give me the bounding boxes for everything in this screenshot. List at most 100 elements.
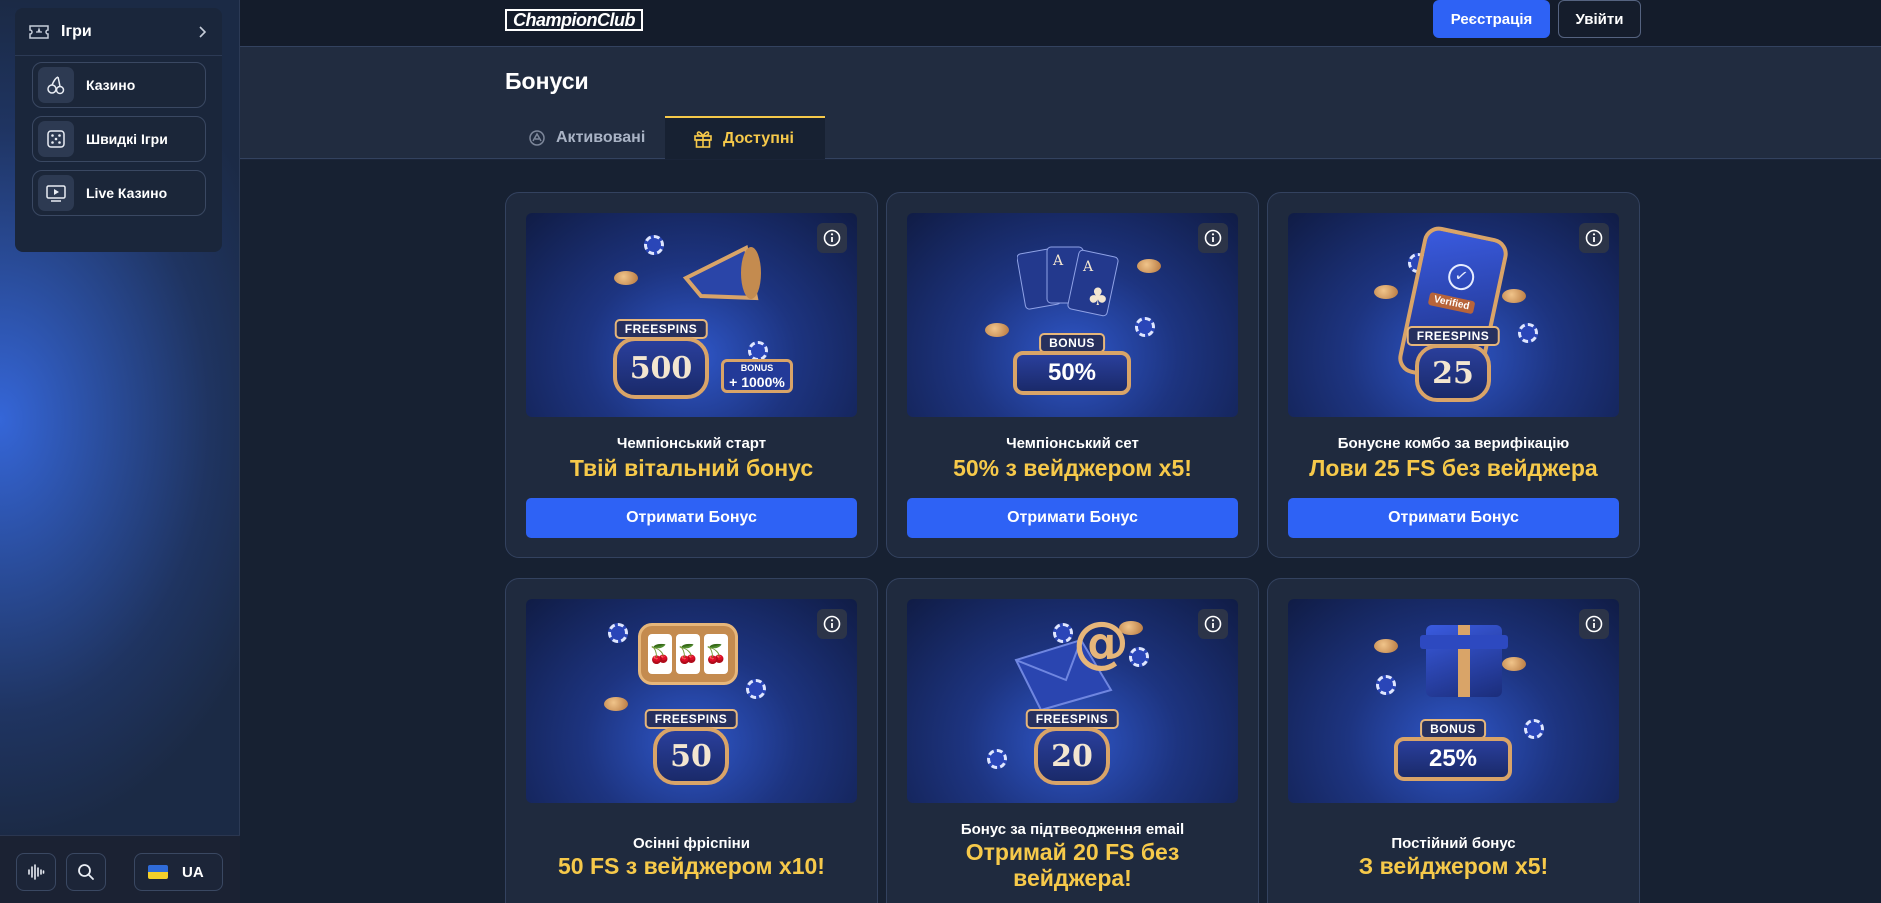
info-icon — [823, 229, 841, 247]
tab-available[interactable]: Доступні — [665, 116, 825, 159]
sidebar-item-label: Казино — [86, 77, 136, 93]
info-icon — [1585, 229, 1603, 247]
playing-cards-icon: A A ♣ — [1017, 246, 1119, 317]
sidebar-item-label: Live Казино — [86, 185, 168, 201]
info-button[interactable] — [1579, 609, 1609, 639]
bonus-title: Лови 25 FS без вейджера — [1309, 455, 1598, 481]
bonus-subtitle: Осінні фріспіни — [633, 835, 750, 852]
bonus-card: BONUS 25% Постійний бонус З вейджером х5… — [1267, 578, 1640, 903]
freespins-plate: FREESPINS — [1406, 326, 1500, 346]
bonus-title: 50% з вейджером х5! — [953, 455, 1192, 481]
bonus-card: 🍒 🍒 🍒 FREESPINS 50 Осінні фріспіни 50 FS… — [505, 578, 878, 903]
sidebar-item-live-casino[interactable]: Live Казино — [32, 170, 206, 216]
bonus-card: A A ♣ BONUS 50% Чемпіонський сет 50% з в… — [886, 192, 1259, 558]
info-icon — [1204, 229, 1222, 247]
slot-reels: 50 — [653, 727, 729, 785]
play-icon — [38, 175, 74, 211]
register-button[interactable]: Реєстрація — [1433, 0, 1550, 38]
at-sign-icon: @ — [1073, 610, 1129, 675]
sound-wave-icon — [28, 864, 45, 880]
info-button[interactable] — [817, 609, 847, 639]
sidebar-item-casino[interactable]: Казино — [32, 62, 206, 108]
slot-digits: 25 — [1432, 355, 1474, 391]
sidebar-item-label: Швидкі Ігри — [86, 131, 168, 147]
bonus-value-plate: 25% — [1394, 737, 1512, 781]
bonus-value-plate: 50% — [1013, 351, 1131, 395]
bonus-title-line2: вейджера! — [1013, 865, 1132, 891]
slot-digits: 50 — [670, 738, 712, 774]
gift-box-icon — [1420, 625, 1508, 697]
language-selector[interactable]: UA — [134, 853, 223, 891]
champion-club-logo[interactable]: ChampionClub — [505, 9, 643, 31]
svg-text:♣: ♣ — [1087, 283, 1109, 311]
bonus-subtitle: Бонусне комбо за верифікацію — [1337, 435, 1570, 452]
get-bonus-button[interactable]: Отримати Бонус — [907, 498, 1238, 538]
info-button[interactable] — [1198, 223, 1228, 253]
sound-wave-button[interactable] — [16, 853, 56, 891]
top-bar: ChampionClub Реєстрація Увійти — [240, 0, 1881, 47]
search-button[interactable] — [66, 853, 106, 891]
chevron-right-icon — [199, 25, 207, 38]
tab-label: Доступні — [723, 129, 794, 147]
slot-reels: 500 — [613, 337, 709, 399]
get-bonus-button[interactable]: Отримати Бонус — [526, 498, 857, 538]
svg-text:A: A — [1082, 259, 1094, 275]
bonus-title: 50 FS з вейджером х10! — [558, 853, 825, 879]
freespins-plate: FREESPINS — [644, 709, 738, 729]
bonus-tag-value: + 1000% — [729, 374, 785, 390]
bonus-image-gift: BONUS 25% — [1288, 599, 1619, 803]
megaphone-icon — [682, 245, 761, 301]
bonus-subtitle: Бонус за підтвеодження email — [960, 821, 1185, 838]
gift-icon — [693, 129, 713, 149]
svg-text:A: A — [1052, 253, 1064, 269]
slot-machine-icon: 🍒 🍒 🍒 — [638, 623, 738, 685]
games-label: Ігри — [61, 22, 92, 40]
page-title: Бонуси — [505, 68, 589, 94]
slot-digits: 500 — [629, 350, 693, 386]
games-panel: Ігри Казино Швидкі Ігри Live Казино — [15, 8, 222, 252]
ukraine-flag-icon — [148, 865, 168, 879]
sidebar: Ігри Казино Швидкі Ігри Live Казино UA — [0, 0, 240, 903]
tab-activated[interactable]: Активовані — [528, 116, 645, 159]
activated-tab-icon — [528, 129, 546, 147]
bonus-subtitle: Чемпіонський сет — [1006, 435, 1139, 452]
bonus-title: З вейджером х5! — [1358, 853, 1549, 879]
bonus-subtitle: Постійний бонус — [1391, 835, 1516, 852]
info-button[interactable] — [1579, 223, 1609, 253]
verified-badge: Verified — [1427, 291, 1476, 315]
info-button[interactable] — [1198, 609, 1228, 639]
check-icon: ✓ — [1445, 261, 1477, 293]
slot-digits: 20 — [1051, 738, 1093, 774]
slot-reels: 25 — [1415, 344, 1491, 402]
bonus-title-line1: Отримай 20 FS без — [965, 839, 1180, 865]
sidebar-item-quick-games[interactable]: Швидкі Ігри — [32, 116, 206, 162]
bonus-card: ✓ Verified FREESPINS 25 Бонусне комбо за… — [1267, 192, 1640, 558]
bonus-image-email: @ FREESPINS 20 — [907, 599, 1238, 803]
games-menu-toggle[interactable]: Ігри — [15, 8, 222, 56]
get-bonus-button[interactable]: Отримати Бонус — [1288, 498, 1619, 538]
info-icon — [823, 615, 841, 633]
freespins-plate: FREESPINS — [1025, 709, 1119, 729]
slot-reels: 20 — [1034, 727, 1110, 785]
cherries-icon — [38, 67, 74, 103]
bonus-image-phone: ✓ Verified FREESPINS 25 — [1288, 213, 1619, 417]
bonus-plate: BONUS — [1420, 719, 1486, 739]
bonus-grid: FREESPINS 500 BONUS + 1000% Чемпіонський… — [240, 160, 1881, 903]
ticket-icon — [29, 24, 49, 39]
bonus-image-slot-machine: 🍒 🍒 🍒 FREESPINS 50 — [526, 599, 857, 803]
search-icon — [78, 864, 94, 880]
bonus-card: FREESPINS 500 BONUS + 1000% Чемпіонський… — [505, 192, 878, 558]
freespins-plate: FREESPINS — [614, 319, 708, 339]
bonus-subtitle: Чемпіонський старт — [616, 435, 767, 452]
language-code: UA — [182, 863, 204, 881]
info-button[interactable] — [817, 223, 847, 253]
bonus-tag-label: BONUS — [740, 363, 774, 373]
bonus-card: @ FREESPINS 20 Бонус за підтвеодження em… — [886, 578, 1259, 903]
bonus-image-cards: A A ♣ BONUS 50% — [907, 213, 1238, 417]
login-button[interactable]: Увійти — [1558, 0, 1641, 38]
bonus-tag: BONUS + 1000% — [721, 359, 793, 393]
dice-icon — [38, 121, 74, 157]
bonus-title: Твій вітальний бонус — [569, 455, 814, 481]
tab-label: Активовані — [556, 128, 646, 146]
info-icon — [1204, 615, 1222, 633]
